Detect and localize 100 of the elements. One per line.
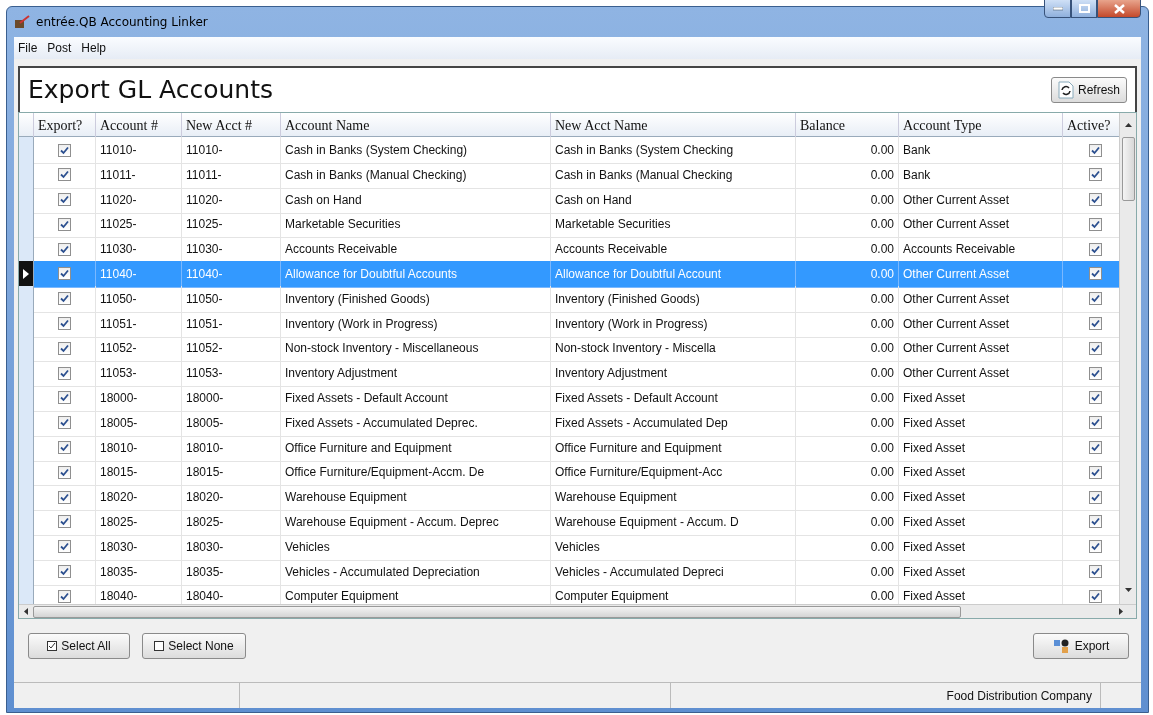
scroll-left-icon[interactable]: [24, 608, 28, 615]
checkbox[interactable]: [1088, 168, 1102, 182]
menu-item[interactable]: File: [18, 39, 38, 57]
menu-item[interactable]: Post: [47, 39, 72, 57]
table-cell: 0.00: [796, 186, 899, 214]
checkbox[interactable]: [58, 193, 71, 207]
checkbox[interactable]: [58, 217, 71, 231]
checkbox[interactable]: [1088, 366, 1102, 380]
table-cell: Inventory (Finished Goods): [281, 285, 551, 313]
scroll-down-icon[interactable]: [1124, 587, 1132, 592]
checkbox[interactable]: [1088, 242, 1102, 256]
table-cell: Inventory (Finished Goods): [551, 285, 796, 313]
table-cell: Vehicles: [281, 533, 551, 561]
table-cell: Vehicles - Accumulated Depreci: [551, 558, 796, 586]
checkbox[interactable]: [58, 143, 71, 157]
table-cell: 11050-: [96, 285, 182, 313]
column-header[interactable]: New Acct Name: [551, 113, 796, 138]
export-button[interactable]: Export: [1033, 633, 1129, 659]
minimize-button[interactable]: [1044, 0, 1071, 18]
table-cell: 0.00: [796, 484, 899, 512]
checkbox[interactable]: [58, 589, 71, 603]
checkbox[interactable]: [1088, 193, 1102, 207]
window-title: entrée.QB Accounting Linker: [36, 14, 208, 31]
maximize-button[interactable]: [1071, 0, 1097, 18]
table-cell: Warehouse Equipment - Accum. Deprec: [281, 508, 551, 536]
table-cell: Fixed Asset: [899, 533, 1063, 561]
table-cell: Cash on Hand: [551, 186, 796, 214]
close-button[interactable]: [1097, 0, 1141, 18]
table-cell: Inventory (Work in Progress): [281, 310, 551, 338]
refresh-icon: [1057, 81, 1074, 99]
checkbox[interactable]: [58, 515, 71, 529]
column-header[interactable]: Account #: [96, 113, 182, 138]
checkbox[interactable]: [58, 292, 71, 306]
checkbox[interactable]: [1088, 267, 1102, 281]
table-cell: 18005-: [96, 409, 182, 437]
table-cell: 18035-: [182, 558, 281, 586]
column-header[interactable]: Account Name: [281, 113, 551, 138]
checkbox[interactable]: [1088, 565, 1102, 579]
vertical-scrollbar[interactable]: [1119, 113, 1136, 604]
column-header[interactable]: New Acct #: [182, 113, 281, 138]
maximize-icon: [1078, 4, 1090, 13]
checkbox[interactable]: [58, 391, 71, 405]
row-header[interactable]: [19, 236, 34, 264]
select-none-button[interactable]: Select None: [142, 633, 246, 659]
checkbox[interactable]: [58, 465, 71, 479]
select-all-button[interactable]: Select All: [28, 633, 130, 659]
checkbox[interactable]: [1088, 490, 1102, 504]
table-cell: Non-stock Inventory - Miscellaneous: [281, 335, 551, 363]
scroll-up-icon[interactable]: [1124, 123, 1132, 127]
checkbox[interactable]: [1088, 317, 1102, 331]
checkbox[interactable]: [58, 366, 71, 380]
table-cell: Cash in Banks (System Checking: [551, 137, 796, 164]
table-cell: 18020-: [182, 484, 281, 512]
checkbox[interactable]: [58, 416, 71, 430]
checkbox[interactable]: [1088, 391, 1102, 405]
table-cell: 0.00: [796, 261, 899, 288]
table-cell: Fixed Asset: [899, 434, 1063, 462]
table-cell: 0.00: [796, 409, 899, 437]
checkbox[interactable]: [58, 242, 71, 256]
checkbox[interactable]: [58, 267, 71, 281]
checkbox[interactable]: [1088, 292, 1102, 306]
scrollbar-thumb[interactable]: [1121, 137, 1135, 201]
table-cell: 11010-: [182, 137, 281, 164]
table-cell: Office Furniture/Equipment-Accm. De: [281, 459, 551, 487]
checkbox[interactable]: [1088, 540, 1102, 554]
checkbox[interactable]: [58, 317, 71, 331]
table-cell: 18015-: [182, 459, 281, 487]
table-cell: Cash in Banks (Manual Checking): [281, 161, 551, 189]
table-cell: Fixed Asset: [899, 484, 1063, 512]
checkbox[interactable]: [58, 341, 71, 355]
checkbox[interactable]: [1088, 589, 1102, 603]
checkbox[interactable]: [58, 565, 71, 579]
checkbox[interactable]: [1088, 416, 1102, 430]
checkbox[interactable]: [58, 441, 71, 455]
menu-item[interactable]: Help: [81, 39, 107, 57]
table-cell: Inventory (Work in Progress): [551, 310, 796, 338]
checkbox[interactable]: [58, 490, 71, 504]
table-cell: 18010-: [182, 434, 281, 462]
table-cell: Fixed Asset: [899, 459, 1063, 487]
table-cell: 0.00: [796, 137, 899, 164]
checkbox[interactable]: [1088, 441, 1102, 455]
column-header[interactable]: Export?: [34, 113, 96, 138]
table-cell: Inventory Adjustment: [551, 360, 796, 388]
table-cell: Other Current Asset: [899, 310, 1063, 338]
checkbox[interactable]: [58, 540, 71, 554]
checkbox[interactable]: [1088, 515, 1102, 529]
table-cell: Fixed Asset: [899, 508, 1063, 536]
table-cell: 11052-: [96, 335, 182, 363]
checkbox[interactable]: [58, 168, 71, 182]
scroll-right-icon[interactable]: [1119, 608, 1123, 615]
refresh-button[interactable]: Refresh: [1050, 77, 1127, 103]
horizontal-scrollbar[interactable]: [19, 604, 1136, 618]
column-header[interactable]: Balance: [796, 113, 899, 138]
checkbox[interactable]: [1088, 341, 1102, 355]
checkbox[interactable]: [1088, 217, 1102, 231]
checkbox[interactable]: [1088, 465, 1102, 479]
column-header[interactable]: Account Type: [899, 113, 1063, 138]
checkbox[interactable]: [1088, 143, 1102, 157]
table-cell: 11040-: [182, 261, 281, 288]
scrollbar-thumb[interactable]: [33, 605, 961, 618]
